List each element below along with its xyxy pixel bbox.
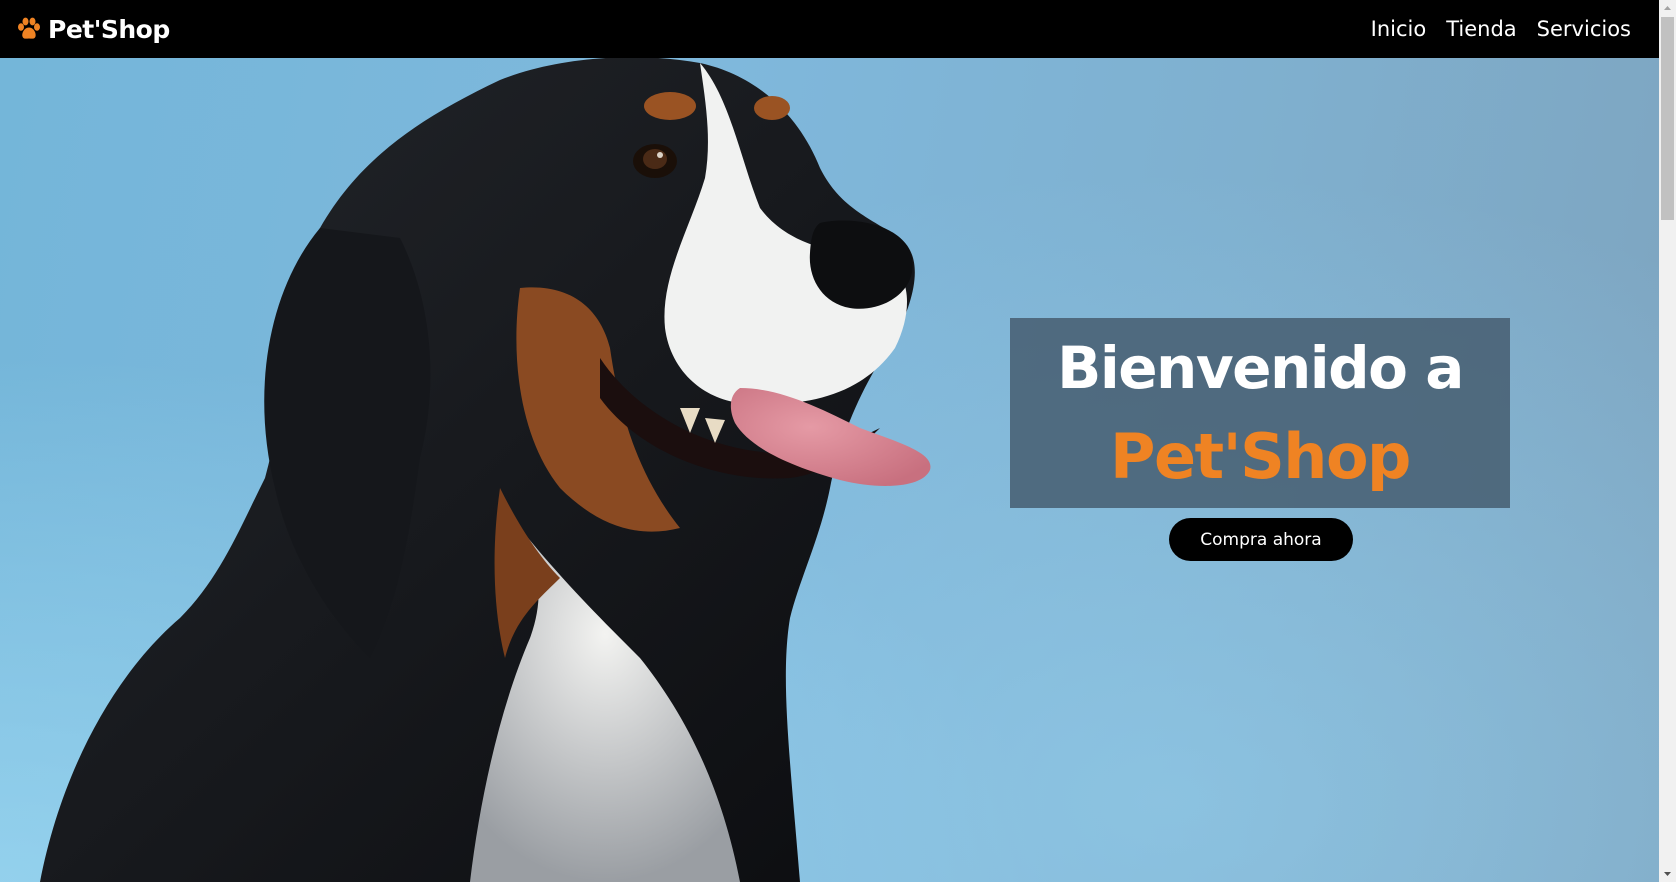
hero-section: Bienvenido a Pet'Shop Compra ahora bbox=[0, 58, 1659, 882]
window-bottom-edge bbox=[0, 882, 1676, 893]
nav-link-tienda[interactable]: Tienda bbox=[1446, 17, 1516, 41]
nav-link-inicio[interactable]: Inicio bbox=[1371, 17, 1427, 41]
welcome-brand-heading: Pet'Shop bbox=[1110, 420, 1411, 493]
scroll-thumb[interactable] bbox=[1661, 17, 1674, 220]
nav-link-servicios[interactable]: Servicios bbox=[1537, 17, 1631, 41]
navbar: Pet'Shop Inicio Tienda Servicios bbox=[0, 0, 1659, 58]
brand-logo-link[interactable]: Pet'Shop bbox=[16, 0, 170, 58]
browser-viewport: Pet'Shop Inicio Tienda Servicios Bienven… bbox=[0, 0, 1659, 882]
welcome-heading: Bienvenido a bbox=[1057, 334, 1464, 402]
welcome-box: Bienvenido a Pet'Shop bbox=[1010, 318, 1510, 508]
scroll-up-arrow-icon[interactable] bbox=[1659, 0, 1676, 17]
paw-icon bbox=[18, 17, 40, 39]
main-nav: Inicio Tienda Servicios bbox=[1371, 0, 1631, 58]
brand-name: Pet'Shop bbox=[48, 14, 170, 44]
vertical-scrollbar[interactable] bbox=[1659, 0, 1676, 882]
shop-now-button[interactable]: Compra ahora bbox=[1169, 518, 1353, 561]
scroll-down-arrow-icon[interactable] bbox=[1659, 865, 1676, 882]
